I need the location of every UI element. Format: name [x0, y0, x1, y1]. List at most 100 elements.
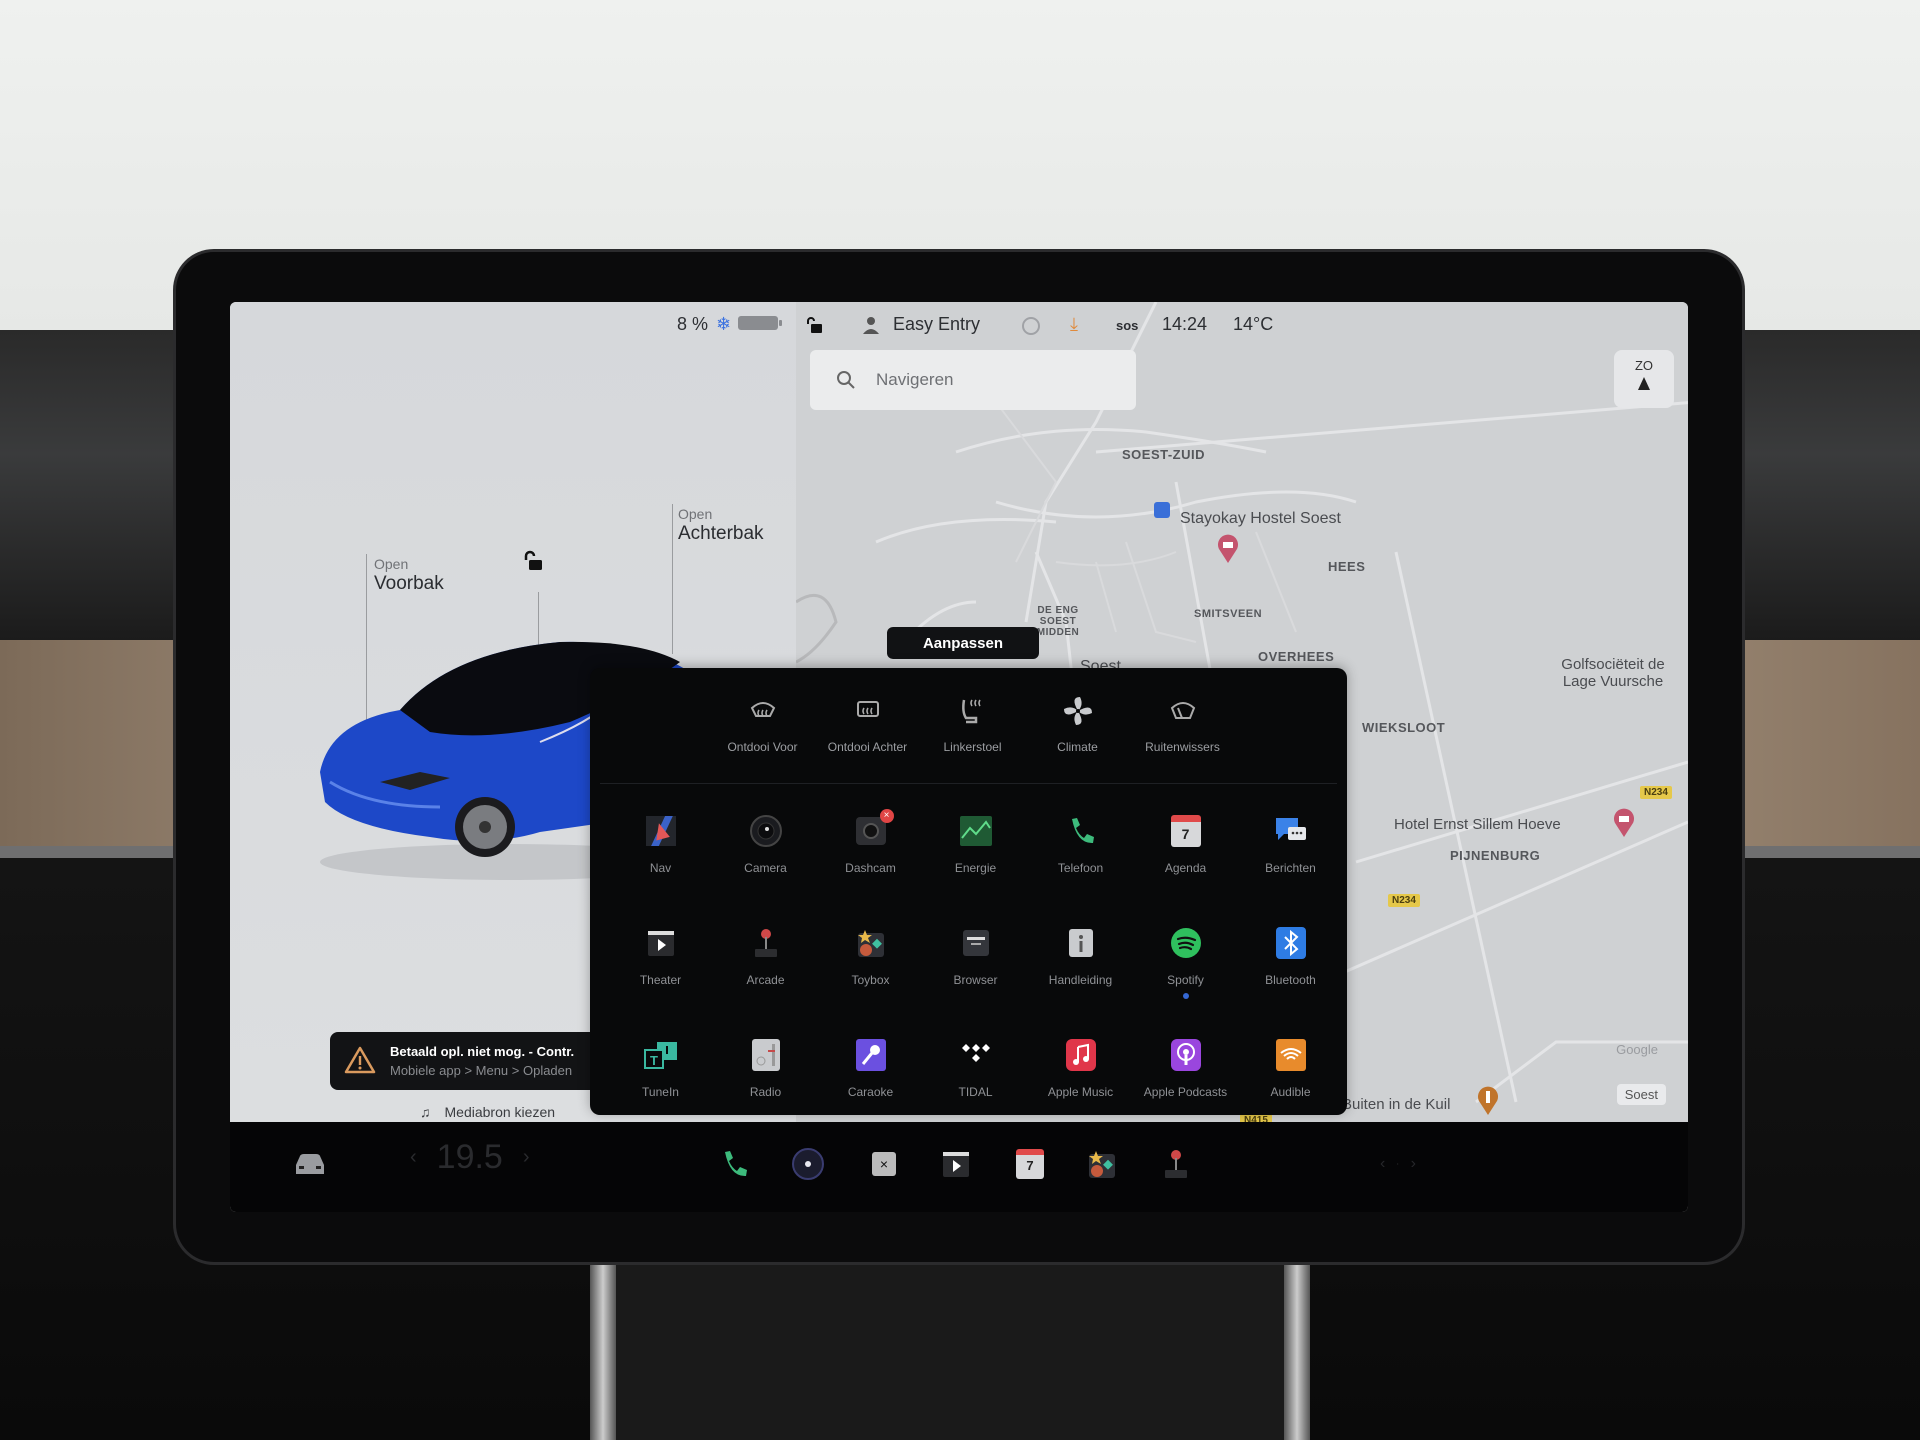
- screen-stand: [590, 1260, 1310, 1440]
- audible-icon: [1273, 1037, 1309, 1073]
- app-label: Theater: [639, 973, 682, 987]
- dock-phone-icon[interactable]: [716, 1146, 752, 1182]
- volume-control[interactable]: ‹ ›: [1380, 1146, 1416, 1182]
- calendar-icon: 7: [1168, 813, 1204, 849]
- app-label: Apple Podcasts: [1143, 1085, 1228, 1099]
- app-label: Browser: [953, 973, 998, 987]
- app-bluetooth[interactable]: Bluetooth: [1238, 915, 1343, 1027]
- app-telefoon[interactable]: Telefoon: [1028, 803, 1133, 915]
- google-attribution: Google: [1616, 1042, 1658, 1057]
- app-label: Agenda: [1164, 861, 1207, 875]
- quick-control-label: Ruitenwissers: [1145, 740, 1220, 754]
- app-label: Camera: [744, 861, 787, 875]
- temp-down-chevron-icon[interactable]: ‹: [410, 1146, 417, 1169]
- karaoke-icon: [853, 1037, 889, 1073]
- dock-arcade-icon[interactable]: [1158, 1146, 1194, 1182]
- dock-calendar-icon[interactable]: 7: [1012, 1146, 1048, 1182]
- quick-control-label: Ontdooi Achter: [827, 740, 908, 754]
- profile-icon[interactable]: [862, 316, 880, 334]
- app-energie[interactable]: Energie: [923, 803, 1028, 915]
- app-berichten[interactable]: Berichten: [1238, 803, 1343, 915]
- app-nav[interactable]: Nav: [608, 803, 713, 915]
- map-label-stayokay: Stayokay Hostel Soest: [1180, 510, 1341, 527]
- dock-toybox-icon[interactable]: [1084, 1146, 1120, 1182]
- navigate-search-input[interactable]: Navigeren: [810, 350, 1136, 410]
- media-source-label: Mediabron kiezen: [444, 1104, 556, 1120]
- app-agenda[interactable]: 7 Agenda: [1133, 803, 1238, 915]
- temp-up-chevron-icon[interactable]: ›: [523, 1146, 530, 1169]
- app-label: TuneIn: [642, 1085, 679, 1099]
- spotify-icon: [1168, 925, 1204, 961]
- apple-podcasts-icon: [1168, 1037, 1204, 1073]
- app-theater[interactable]: Theater: [608, 915, 713, 1027]
- customize-button[interactable]: Aanpassen: [887, 627, 1039, 659]
- unlock-icon[interactable]: [522, 550, 544, 572]
- frunk-action: Open: [374, 556, 409, 572]
- app-label: Energie: [954, 861, 997, 875]
- quick-control-ontdooi-achter[interactable]: Ontdooi Achter: [815, 694, 920, 754]
- lock-status-icon[interactable]: [805, 316, 823, 334]
- toybox-icon: [853, 925, 889, 961]
- volume-up-chevron-icon[interactable]: ›: [1411, 1155, 1416, 1173]
- bluetooth-icon: [1273, 925, 1309, 961]
- app-label: Handleiding: [1048, 973, 1113, 987]
- app-toybox[interactable]: Toybox: [818, 915, 923, 1027]
- app-label: Telefoon: [1057, 861, 1104, 875]
- seat-heater-icon: [920, 694, 1025, 728]
- sos-icon[interactable]: sos: [1116, 318, 1138, 333]
- frunk-open-button[interactable]: Open Voorbak: [374, 556, 444, 595]
- compass-button[interactable]: ZO: [1614, 350, 1674, 408]
- homelink-icon[interactable]: [1022, 317, 1040, 335]
- map-label-wieksloot: WIEKSLOOT: [1362, 720, 1446, 735]
- trunk-label: Achterbak: [678, 523, 764, 544]
- app-label: Arcade: [746, 973, 785, 987]
- app-handleiding[interactable]: Handleiding: [1028, 915, 1133, 1027]
- radio-icon: [748, 1037, 784, 1073]
- theater-icon: [643, 925, 679, 961]
- volume-muted-icon[interactable]: [1397, 1152, 1399, 1176]
- quick-control-ontdooi-voor[interactable]: Ontdooi Voor: [710, 694, 815, 754]
- dashcam-icon: ×: [853, 809, 894, 849]
- map-label-hotel: Hotel Ernst Sillem Hoeve: [1394, 816, 1561, 833]
- map-label-golf: Golfsociëteit de Lage Vuursche: [1561, 656, 1665, 690]
- svg-text:T: T: [650, 1053, 658, 1068]
- quick-control-ruitenwissers[interactable]: Ruitenwissers: [1130, 694, 1235, 754]
- volume-down-chevron-icon[interactable]: ‹: [1380, 1155, 1385, 1173]
- fan-icon: [1025, 694, 1130, 728]
- heading-arrow-icon: [1638, 377, 1650, 390]
- touchscreen: Open Voorbak Open Achterbak Betaald opl.…: [230, 302, 1688, 1212]
- hotel-pin-icon[interactable]: [1216, 534, 1240, 564]
- quick-control-climate[interactable]: Climate: [1025, 694, 1130, 754]
- dock-camera-icon[interactable]: [790, 1146, 826, 1182]
- download-update-icon[interactable]: ⤓: [1070, 314, 1078, 335]
- search-icon: [837, 371, 855, 389]
- restaurant-pin-icon[interactable]: [1476, 1086, 1500, 1116]
- app-browser[interactable]: Browser: [923, 915, 1028, 1027]
- road-shield-n234: N234: [1640, 786, 1672, 799]
- trunk-open-button[interactable]: Open Achterbak: [678, 506, 764, 545]
- hotel-pin-icon[interactable]: [1612, 808, 1636, 838]
- arcade-icon: [748, 925, 784, 961]
- battery-percent: 8 %: [677, 314, 709, 334]
- music-note-icon: ♫: [420, 1104, 431, 1120]
- compass-direction: ZO: [1634, 358, 1654, 373]
- app-label: Toybox: [851, 973, 890, 987]
- dock-theater-icon[interactable]: [938, 1146, 974, 1182]
- app-dashcam[interactable]: × Dashcam: [818, 803, 923, 915]
- car-icon[interactable]: [292, 1146, 328, 1182]
- media-source-picker[interactable]: ♫ Mediabron kiezen: [420, 1102, 555, 1122]
- app-label: Berichten: [1265, 861, 1316, 875]
- train-station-icon[interactable]: [1154, 502, 1170, 518]
- status-bar: 8 % ❄ Easy Entry ⤓ sos 14:24 14°C: [230, 302, 1688, 342]
- driver-profile-name[interactable]: Easy Entry: [893, 314, 980, 335]
- app-arcade[interactable]: Arcade: [713, 915, 818, 1027]
- quick-control-linkerstoel[interactable]: Linkerstoel: [920, 694, 1025, 754]
- alert-subtitle: Mobiele app > Menu > Opladen: [390, 1063, 573, 1078]
- app-spotify[interactable]: Spotify: [1133, 915, 1238, 1027]
- map-label-pijnenburg: PIJNENBURG: [1450, 848, 1541, 863]
- location-chip[interactable]: Soest: [1616, 1084, 1666, 1105]
- dock-dashcam-icon[interactable]: ×: [866, 1146, 902, 1182]
- cabin-temperature-control[interactable]: ‹ 19.5 ›: [410, 1138, 530, 1177]
- app-camera[interactable]: Camera: [713, 803, 818, 915]
- tidal-icon: [958, 1037, 994, 1073]
